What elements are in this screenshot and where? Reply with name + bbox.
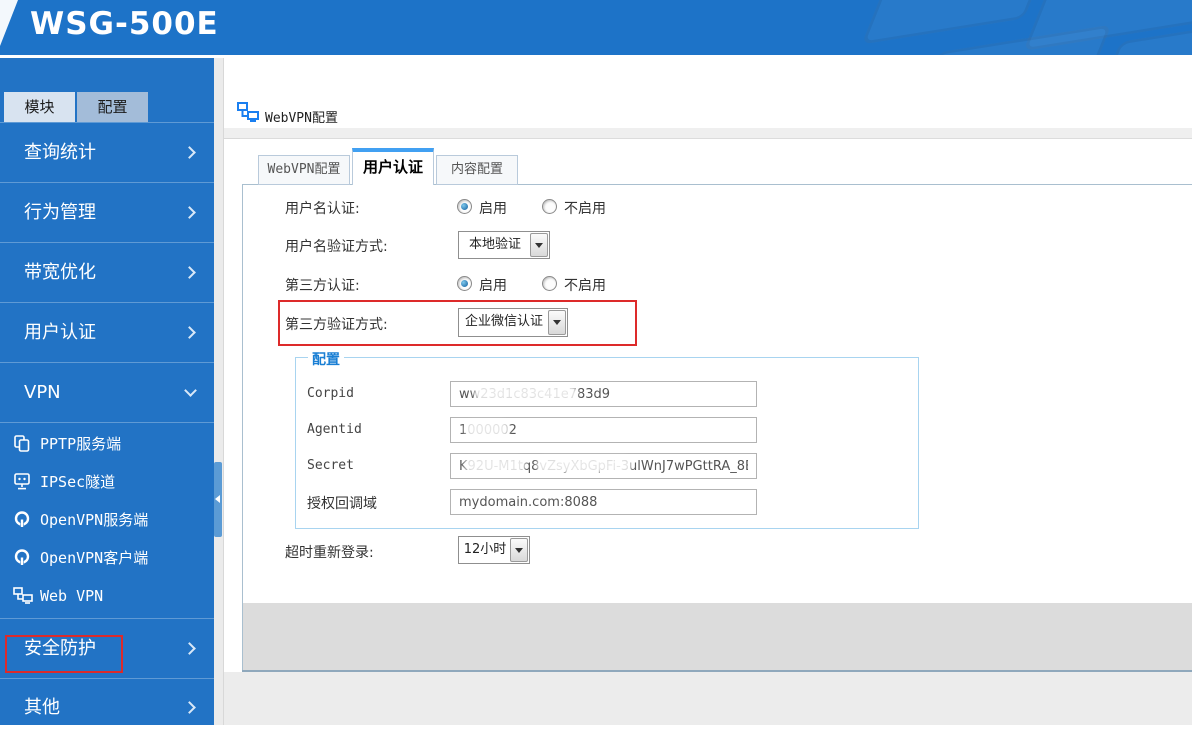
dropdown-arrow-icon[interactable] xyxy=(510,538,528,562)
third-auth-disable-label: 不启用 xyxy=(564,278,606,294)
username-auth-enable-label: 启用 xyxy=(479,201,507,217)
tab-container-border xyxy=(240,138,1192,139)
sidebar-subitem-web-vpn[interactable]: Web VPN xyxy=(0,577,214,615)
tab-user-auth[interactable]: 用户认证 xyxy=(352,148,434,185)
sidebar-tab-config[interactable]: 配置 xyxy=(77,92,148,122)
third-method-select[interactable]: 企业微信认证 xyxy=(458,308,568,337)
sidebar-item-behavior-mgmt[interactable]: 行为管理 xyxy=(0,183,214,243)
chevron-right-icon xyxy=(183,206,196,219)
agentid-input[interactable] xyxy=(450,417,757,443)
pptp-server-icon xyxy=(13,435,31,456)
panel-bottom-border xyxy=(242,670,1192,672)
sidebar-subitem-ipsec-tunnel[interactable]: IPSec隧道 xyxy=(0,463,214,501)
sidebar-subitem-openvpn-client[interactable]: OpenVPN客户端 xyxy=(0,539,214,577)
chevron-down-icon xyxy=(184,384,197,397)
tab-webvpn-config[interactable]: WebVPN配置 xyxy=(258,155,350,185)
sidebar-item-other[interactable]: 其他 xyxy=(0,678,214,738)
openvpn-client-icon xyxy=(13,549,31,570)
sidebar-item-security[interactable]: 安全防护 xyxy=(0,618,214,679)
ipsec-tunnel-icon xyxy=(13,473,31,494)
dropdown-arrow-icon[interactable] xyxy=(530,233,548,257)
agentid-field xyxy=(450,417,757,443)
username-method-select[interactable]: 本地验证 xyxy=(458,231,550,259)
username-auth-enable-radio[interactable] xyxy=(457,199,472,214)
callback-domain-label: 授权回调域 xyxy=(307,496,377,512)
username-auth-label: 用户名认证: xyxy=(285,201,360,217)
chevron-right-icon xyxy=(183,266,196,279)
openvpn-server-icon xyxy=(13,511,31,532)
username-auth-disable-label: 不启用 xyxy=(564,201,606,217)
secret-input[interactable] xyxy=(450,453,757,479)
chevron-right-icon xyxy=(183,642,196,655)
collapse-left-icon xyxy=(215,495,220,503)
agentid-label: Agentid xyxy=(307,422,362,437)
corpid-input[interactable] xyxy=(450,381,757,407)
sidebar-subitem-openvpn-server[interactable]: OpenVPN服务端 xyxy=(0,501,214,539)
callback-domain-input[interactable] xyxy=(450,489,757,515)
sidebar-subitem-pptp-server[interactable]: PPTP服务端 xyxy=(0,425,214,463)
web-vpn-icon xyxy=(13,587,33,608)
third-auth-enable-radio[interactable] xyxy=(457,276,472,291)
third-auth-label: 第三方认证: xyxy=(285,278,360,294)
sidebar-tab-modules[interactable]: 模块 xyxy=(4,92,75,122)
corpid-label: Corpid xyxy=(307,386,354,401)
sidebar-item-query-stats[interactable]: 查询统计 xyxy=(0,122,214,183)
webvpn-config-icon xyxy=(237,102,259,126)
app-logo: WSG-500E xyxy=(30,6,219,42)
chevron-right-icon xyxy=(183,326,196,339)
app-header: WSG-500E xyxy=(0,0,1192,55)
page-title-row: WebVPN配置 xyxy=(237,102,338,126)
panel-footer-bar xyxy=(243,603,1192,670)
sidebar-item-vpn[interactable]: VPN xyxy=(0,363,214,423)
callback-domain-field xyxy=(450,489,757,515)
third-auth-enable-label: 启用 xyxy=(479,278,507,294)
sidebar-tab-strip: 模块 配置 xyxy=(4,92,148,122)
page-background-lower xyxy=(224,672,1192,725)
sidebar-item-bandwidth[interactable]: 带宽优化 xyxy=(0,243,214,303)
page-title: WebVPN配置 xyxy=(265,111,338,126)
username-method-label: 用户名验证方式: xyxy=(285,239,388,255)
tab-content-config[interactable]: 内容配置 xyxy=(436,155,518,185)
sidebar-collapse-handle[interactable] xyxy=(214,462,222,537)
timeout-label: 超时重新登录: xyxy=(285,545,374,561)
corpid-field xyxy=(450,381,757,407)
sidebar-item-user-auth[interactable]: 用户认证 xyxy=(0,303,214,363)
config-fieldset-legend: 配置 xyxy=(308,349,344,369)
chevron-right-icon xyxy=(183,701,196,714)
secret-field xyxy=(450,453,757,479)
chevron-right-icon xyxy=(183,146,196,159)
sidebar-splitter xyxy=(214,58,224,725)
dropdown-arrow-icon[interactable] xyxy=(548,310,566,335)
sidebar: 模块 配置 查询统计 行为管理 带宽优化 用户认证 VPN PPTP服务端 IP… xyxy=(0,58,214,738)
timeout-select[interactable]: 12小时 xyxy=(458,536,530,564)
third-method-label: 第三方验证方式: xyxy=(285,317,388,333)
username-auth-disable-radio[interactable] xyxy=(542,199,557,214)
third-auth-disable-radio[interactable] xyxy=(542,276,557,291)
secret-label: Secret xyxy=(307,458,354,473)
keyboard-watermark xyxy=(861,0,1049,45)
logo-corner-decoration xyxy=(0,0,18,46)
